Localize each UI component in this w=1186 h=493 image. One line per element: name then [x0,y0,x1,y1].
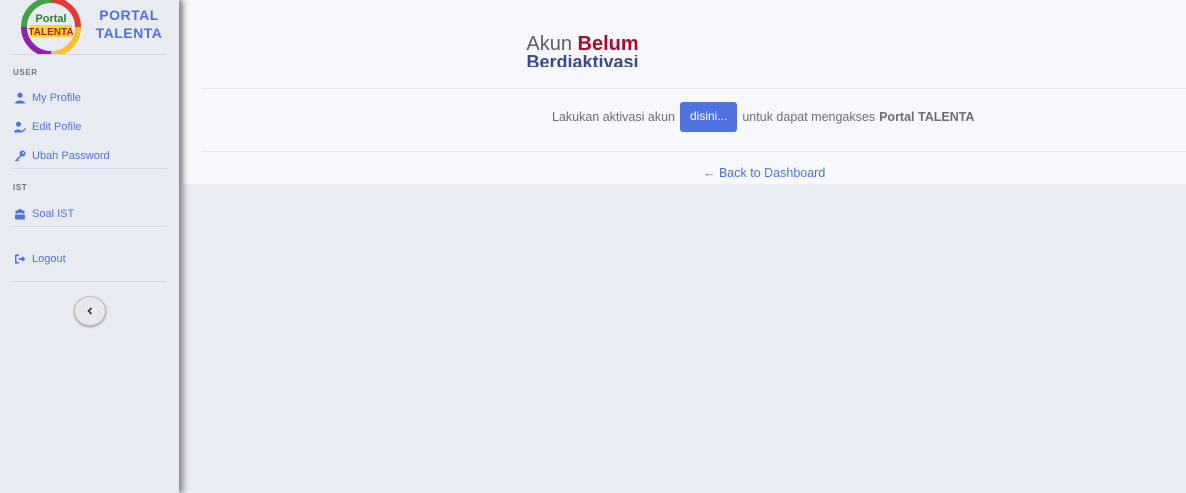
sidebar-divider [12,226,167,227]
main-card [183,0,1186,184]
sidebar-item-logout[interactable]: Logout [14,250,164,268]
content-divider [202,88,1186,89]
sidebar-brand[interactable]: Portal TALENTA PORTAL TALENTA [0,0,179,54]
activate-button[interactable]: disini... [680,102,738,132]
content-divider [202,151,1186,152]
logout-icon [15,254,26,264]
sidebar-divider [12,281,167,282]
activation-message: Lakukan aktivasi akun disini... untuk da… [552,102,974,132]
brand-name: PORTAL TALENTA [92,6,166,42]
sidebar-item-my-profile[interactable]: My Profile [14,89,164,107]
sidebar-item-label: Ubah Password [32,150,110,162]
user-edit-icon [14,121,26,133]
sidebar: Portal TALENTA PORTAL TALENTA USER My Pr… [0,0,179,493]
sidebar-item-label: My Profile [32,92,81,104]
back-to-dashboard-link[interactable]: ← Back to Dashboard [703,166,825,180]
chevron-left-icon [87,307,93,315]
sidebar-divider [12,168,167,169]
message-strong: Portal TALENTA [879,110,975,124]
logo-text-portal: Portal [35,13,66,25]
title-accent: Belum [577,33,639,55]
brand-name-line1: PORTAL [99,7,159,23]
sidebar-item-label: Edit Pofile [32,121,82,133]
sidebar-item-soal-ist[interactable]: Soal IST [14,205,164,223]
portal-talenta-logo: Portal TALENTA [21,0,81,54]
sidebar-item-label: Soal IST [32,208,75,220]
key-icon [15,150,26,162]
brand-name-line2: TALENTA [95,25,163,41]
user-icon [15,92,25,104]
title-prefix: Akun [526,33,572,55]
logo-text-talenta: TALENTA [28,27,73,38]
sidebar-item-label: Logout [32,253,66,265]
sidebar-item-edit-profile[interactable]: Edit Pofile [14,118,164,136]
sidebar-heading-user: USER [13,68,38,77]
sidebar-item-ubah-password[interactable]: Ubah Password [14,147,164,165]
message-before: Lakukan aktivasi akun [552,110,675,124]
users-icon [15,209,25,220]
sidebar-divider [12,54,167,55]
sidebar-heading-ist: IST [13,183,28,192]
message-after: untuk dapat mengakses [742,110,876,124]
sidebar-toggle-button[interactable] [74,296,106,326]
